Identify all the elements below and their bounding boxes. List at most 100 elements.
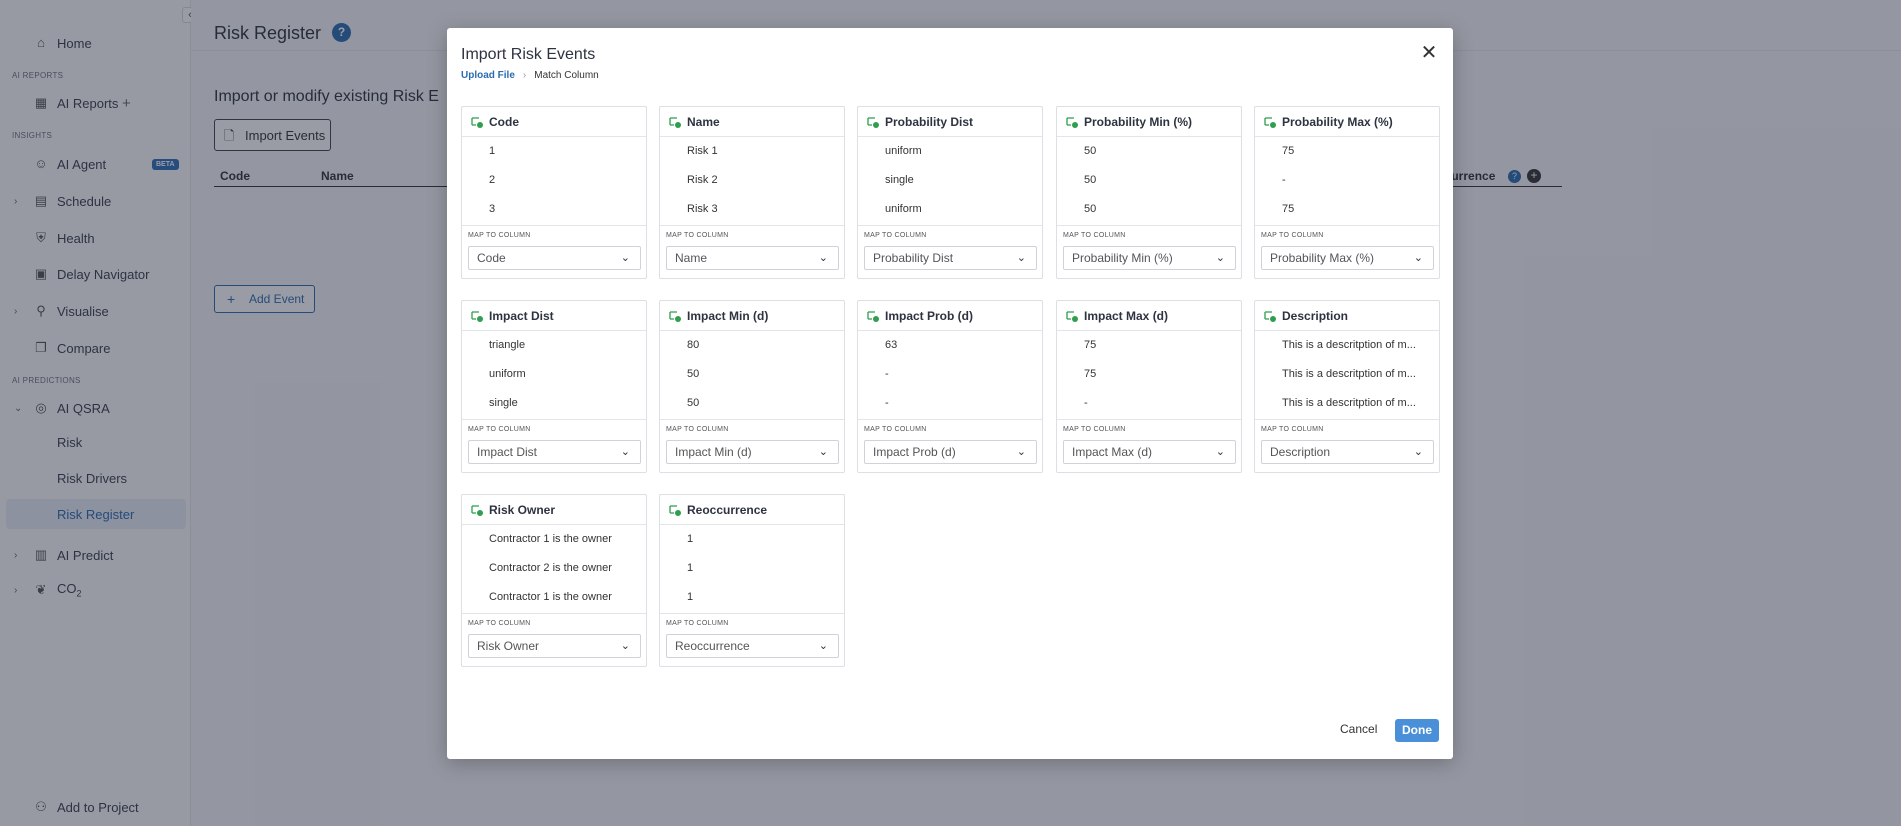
map-column-icon xyxy=(668,309,682,323)
column-card-header: Impact Dist xyxy=(462,301,646,331)
map-to-column-select[interactable]: Impact Dist ⌄ xyxy=(468,440,641,464)
column-sample-value: 80 xyxy=(687,339,700,351)
chevron-down-icon: ⌄ xyxy=(620,252,630,264)
map-to-column-select[interactable]: Impact Max (d) ⌄ xyxy=(1063,440,1236,464)
column-sample-value: 1 xyxy=(687,562,694,574)
map-to-column-select[interactable]: Impact Min (d) ⌄ xyxy=(666,440,839,464)
map-column-icon xyxy=(1065,309,1079,323)
map-to-column-section: MAP TO COLUMN Impact Prob (d) ⌄ xyxy=(858,419,1042,473)
column-card-title: Impact Dist xyxy=(489,308,554,323)
column-sample-value: - xyxy=(1084,397,1088,409)
map-to-column-label: MAP TO COLUMN xyxy=(666,232,729,239)
column-card-header: Code xyxy=(462,107,646,137)
map-column-icon xyxy=(1263,115,1277,129)
chevron-down-icon: ⌄ xyxy=(1016,446,1026,458)
map-to-column-label: MAP TO COLUMN xyxy=(468,426,531,433)
column-card-header: Name xyxy=(660,107,844,137)
column-sample-value: 50 xyxy=(687,368,700,380)
column-sample-value: Contractor 1 is the owner xyxy=(489,533,612,545)
column-sample-value: single xyxy=(489,397,518,409)
map-to-column-select[interactable]: Risk Owner ⌄ xyxy=(468,634,641,658)
cancel-button[interactable]: Cancel xyxy=(1340,722,1377,736)
close-icon[interactable]: ✕ xyxy=(1419,40,1439,65)
map-to-column-label: MAP TO COLUMN xyxy=(1261,426,1324,433)
chevron-down-icon: ⌄ xyxy=(1215,446,1225,458)
column-sample-value: 1 xyxy=(489,145,496,157)
column-card: Name Risk 1 Risk 2 Risk 3 MAP TO COLUMN Name ⌄ xyxy=(659,106,845,279)
column-sample-value: 50 xyxy=(1084,203,1097,215)
column-card: Probability Min (%) 50 50 50 MAP TO COLUMN Pr… xyxy=(1056,106,1242,279)
breadcrumb-upload-file[interactable]: Upload File xyxy=(461,70,515,81)
column-sample-value: - xyxy=(885,397,889,409)
map-to-column-select[interactable]: Code ⌄ xyxy=(468,246,641,270)
column-sample-value: 50 xyxy=(1084,174,1097,186)
map-to-column-section: MAP TO COLUMN Impact Dist ⌄ xyxy=(462,419,646,473)
modal-title: Import Risk Events xyxy=(461,46,596,63)
map-to-column-select[interactable]: Probability Dist ⌄ xyxy=(864,246,1037,270)
map-to-column-select[interactable]: Impact Prob (d) ⌄ xyxy=(864,440,1037,464)
column-card-title: Impact Max (d) xyxy=(1084,308,1169,323)
map-column-icon xyxy=(470,115,484,129)
column-sample-value: uniform xyxy=(489,368,526,380)
column-card-title: Code xyxy=(489,114,519,129)
column-card: Description This is a descritption of m..… xyxy=(1254,300,1440,473)
chevron-down-icon: ⌄ xyxy=(1413,252,1423,264)
chevron-down-icon: ⌄ xyxy=(818,252,828,264)
column-sample-value: 75 xyxy=(1084,368,1097,380)
map-to-column-section: MAP TO COLUMN Probability Min (%) ⌄ xyxy=(1057,225,1241,279)
map-to-column-label: MAP TO COLUMN xyxy=(1063,232,1126,239)
map-to-column-select[interactable]: Name ⌄ xyxy=(666,246,839,270)
map-to-column-value: Probability Min (%) xyxy=(1072,251,1173,265)
column-sample-value: 63 xyxy=(885,339,898,351)
column-card: Impact Prob (d) 63 - - MAP TO COLUMN Impact P… xyxy=(857,300,1043,473)
map-to-column-section: MAP TO COLUMN Name ⌄ xyxy=(660,225,844,279)
column-sample-value: 50 xyxy=(1084,145,1097,157)
map-to-column-value: Probability Dist xyxy=(873,251,954,265)
chevron-down-icon: ⌄ xyxy=(1016,252,1026,264)
column-card-header: Impact Min (d) xyxy=(660,301,844,331)
column-card-header: Probability Dist xyxy=(858,107,1042,137)
map-column-icon xyxy=(1065,115,1079,129)
map-to-column-value: Impact Max (d) xyxy=(1072,445,1153,459)
column-sample-value: 50 xyxy=(687,397,700,409)
column-sample-value: triangle xyxy=(489,339,526,351)
column-sample-value: 1 xyxy=(687,591,694,603)
column-card: Impact Max (d) 75 75 - MAP TO COLUMN Impact M… xyxy=(1056,300,1242,473)
map-column-icon xyxy=(668,503,682,517)
column-card: Reoccurrence 1 1 1 MAP TO COLUMN Reoccurrence… xyxy=(659,494,845,667)
map-to-column-select[interactable]: Probability Max (%) ⌄ xyxy=(1261,246,1434,270)
column-card-title: Probability Dist xyxy=(885,114,974,129)
column-card-title: Reoccurrence xyxy=(687,502,768,517)
done-button[interactable]: Done xyxy=(1395,719,1439,742)
chevron-down-icon: ⌄ xyxy=(1215,252,1225,264)
map-to-column-value: Risk Owner xyxy=(477,639,540,653)
column-sample-value: Risk 1 xyxy=(687,145,718,157)
map-to-column-value: Name xyxy=(675,251,708,265)
column-sample-value: 75 xyxy=(1282,203,1295,215)
column-card-header: Probability Max (%) xyxy=(1255,107,1439,137)
map-column-icon xyxy=(470,309,484,323)
breadcrumb: Upload File › Match Column xyxy=(461,70,599,81)
map-to-column-section: MAP TO COLUMN Description ⌄ xyxy=(1255,419,1439,473)
map-to-column-value: Impact Prob (d) xyxy=(873,445,956,459)
column-sample-value: Risk 2 xyxy=(687,174,718,186)
column-card: Code 1 2 3 MAP TO COLUMN Code ⌄ xyxy=(461,106,647,279)
map-to-column-select[interactable]: Description ⌄ xyxy=(1261,440,1434,464)
map-to-column-value: Code xyxy=(477,251,506,265)
column-card-header: Impact Max (d) xyxy=(1057,301,1241,331)
map-to-column-label: MAP TO COLUMN xyxy=(468,232,531,239)
column-sample-value: This is a descritption of m... xyxy=(1282,368,1416,380)
map-to-column-select[interactable]: Probability Min (%) ⌄ xyxy=(1063,246,1236,270)
map-to-column-label: MAP TO COLUMN xyxy=(864,232,927,239)
map-to-column-value: Probability Max (%) xyxy=(1270,251,1375,265)
map-to-column-section: MAP TO COLUMN Probability Max (%) ⌄ xyxy=(1255,225,1439,279)
chevron-down-icon: ⌄ xyxy=(818,640,828,652)
map-to-column-value: Description xyxy=(1270,445,1331,459)
map-to-column-select[interactable]: Reoccurrence ⌄ xyxy=(666,634,839,658)
column-sample-value: Risk 3 xyxy=(687,203,718,215)
chevron-right-icon: › xyxy=(522,70,527,81)
map-to-column-label: MAP TO COLUMN xyxy=(468,620,531,627)
column-card-header: Probability Min (%) xyxy=(1057,107,1241,137)
column-card-header: Description xyxy=(1255,301,1439,331)
column-sample-value: single xyxy=(885,174,914,186)
